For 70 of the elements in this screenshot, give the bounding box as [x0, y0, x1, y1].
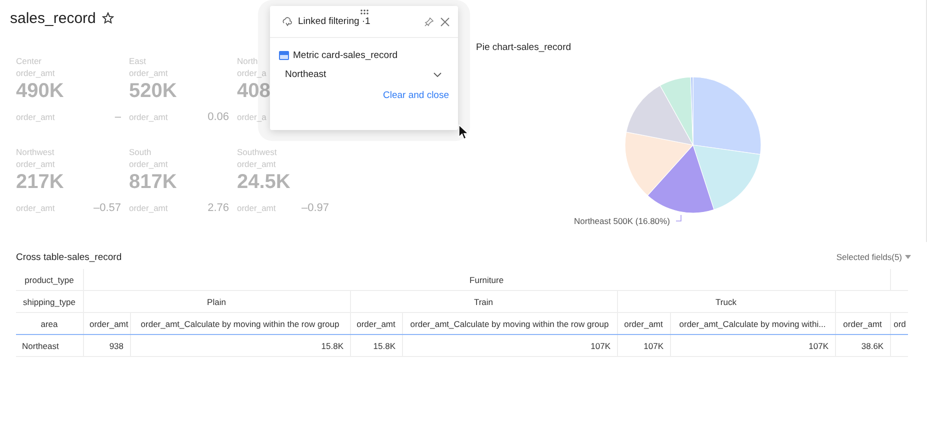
- region-label: South: [129, 146, 152, 158]
- table-cell: 15.8K: [130, 334, 350, 356]
- metric-label: order_amt: [16, 67, 55, 79]
- metric-value: 520K: [129, 79, 177, 103]
- row-label-cell: Northeast: [16, 334, 83, 356]
- dashboard-title: sales_record: [10, 10, 96, 26]
- metric-label: order_amt: [129, 202, 168, 214]
- table-cell: 15.8K: [350, 334, 402, 356]
- change-value: –: [114, 111, 121, 123]
- metric-label: order_a: [237, 111, 266, 123]
- metric-value: 490K: [16, 79, 64, 103]
- star-icon[interactable]: [102, 12, 114, 24]
- row-header-cell: area: [16, 312, 83, 334]
- metric-card-icon: [279, 51, 289, 60]
- metric-label: order_amt: [129, 111, 168, 123]
- metric-value: 408: [237, 79, 270, 103]
- metric-label: order_amt: [237, 202, 276, 214]
- selected-fields-dropdown[interactable]: Selected fields(5): [836, 252, 911, 262]
- pin-icon[interactable]: [424, 16, 434, 26]
- column-header-cell: order_amt: [617, 312, 670, 334]
- clear-and-close-link[interactable]: Clear and close: [382, 90, 449, 101]
- row-header-cell: shipping_type: [16, 290, 83, 312]
- region-label: Southwest: [237, 146, 277, 158]
- column-header-cell: ord: [890, 312, 908, 334]
- column-header-cell: Furniture: [83, 269, 890, 290]
- table-cell: 938: [83, 334, 130, 356]
- column-header-cell: order_amt: [350, 312, 402, 334]
- region-label: Center: [16, 55, 42, 67]
- change-value: 0.06: [208, 111, 229, 123]
- table-cell: 107K: [670, 334, 835, 356]
- change-value: –0.57: [93, 202, 121, 214]
- column-header-cell: Train: [350, 290, 617, 312]
- column-header-cell: Truck: [617, 290, 835, 312]
- metric-value: 817K: [129, 170, 177, 194]
- metric-label: order_amt: [16, 202, 55, 214]
- column-header-cell: Plain: [83, 290, 350, 312]
- change-value: 2.76: [208, 202, 229, 214]
- source-label: Metric card-sales_record: [293, 50, 398, 61]
- region-label: East: [129, 55, 146, 67]
- table-cell: 107K: [617, 334, 670, 356]
- close-icon[interactable]: [440, 16, 450, 26]
- table-cell: 107K: [402, 334, 617, 356]
- leader-line: [675, 215, 683, 223]
- region-label: Northwest: [16, 146, 54, 158]
- table-cell: 38.6K: [835, 334, 890, 356]
- column-header-cell: order_amt: [835, 312, 890, 334]
- drag-handle-icon[interactable]: [360, 9, 369, 15]
- metric-label: order_amt: [16, 111, 55, 123]
- chevron-icon: [433, 72, 442, 78]
- caret-icon: [905, 255, 911, 259]
- pie-slice-label: Northeast 500K (16.80%): [574, 216, 670, 226]
- metric-label: order_amt: [237, 158, 276, 170]
- metric-label: order_a: [237, 67, 266, 79]
- column-header-cell: order_amt: [83, 312, 130, 334]
- column-header-cell: order_amt_Calculate by moving withi...: [670, 312, 835, 334]
- region-label: North: [237, 55, 258, 67]
- chart-title: Pie chart-sales_record: [476, 42, 572, 53]
- row-header-cell: product_type: [16, 269, 83, 290]
- table-title: Cross table-sales_record: [16, 252, 122, 262]
- metric-value: 217K: [16, 170, 64, 194]
- popover-title: Linked filtering ·1: [298, 16, 372, 27]
- column-header-cell: order_amt_Calculate by moving within the row group: [402, 312, 617, 334]
- metric-label: order_amt: [16, 158, 55, 170]
- metric-label: order_amt: [129, 67, 168, 79]
- change-value: –0.97: [301, 202, 329, 214]
- filter-icon: [282, 16, 292, 26]
- metric-value: 24.5K: [237, 170, 290, 194]
- metric-label: order_amt: [129, 158, 168, 170]
- column-header-cell: order_amt_Calculate by moving within the row group: [130, 312, 350, 334]
- region-select[interactable]: Northeast: [279, 63, 449, 86]
